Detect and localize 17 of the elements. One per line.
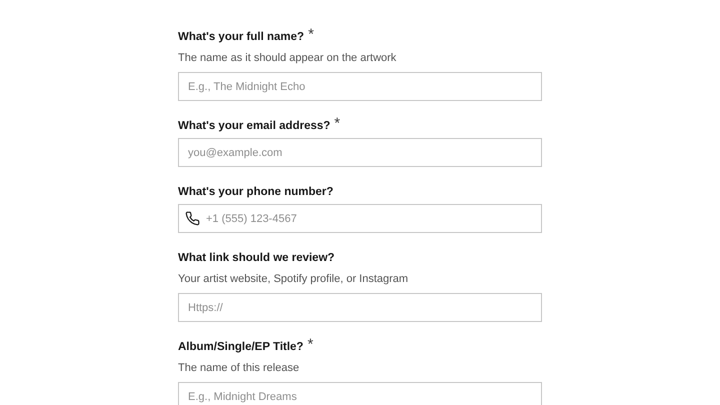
input-field[interactable]: you@example.com <box>178 138 542 167</box>
field-label: What link should we review? <box>178 251 335 266</box>
required-mark: * <box>334 117 340 131</box>
input-field[interactable]: +1 (555) 123-4567 <box>178 204 542 233</box>
field-label: What's your full name? <box>178 30 304 45</box>
field-label: What's your phone number? <box>178 185 334 200</box>
help-text: The name of this release <box>178 361 300 376</box>
help-text: Your artist website, Spotify profile, or Instagram <box>178 272 410 287</box>
help-text: The name as it should appear on the artwork <box>178 51 398 66</box>
field-label: What's your email address? <box>178 119 330 134</box>
required-mark: * <box>307 338 314 352</box>
input-field[interactable]: E.g., Midnight Dreams <box>178 382 542 405</box>
input-field[interactable]: Https:// <box>178 293 542 322</box>
input-field[interactable]: E.g., The Midnight Echo <box>178 72 542 101</box>
required-mark: * <box>308 28 314 42</box>
field-label: Album/Single/EP Title? <box>178 340 304 355</box>
phone-icon <box>185 211 200 226</box>
